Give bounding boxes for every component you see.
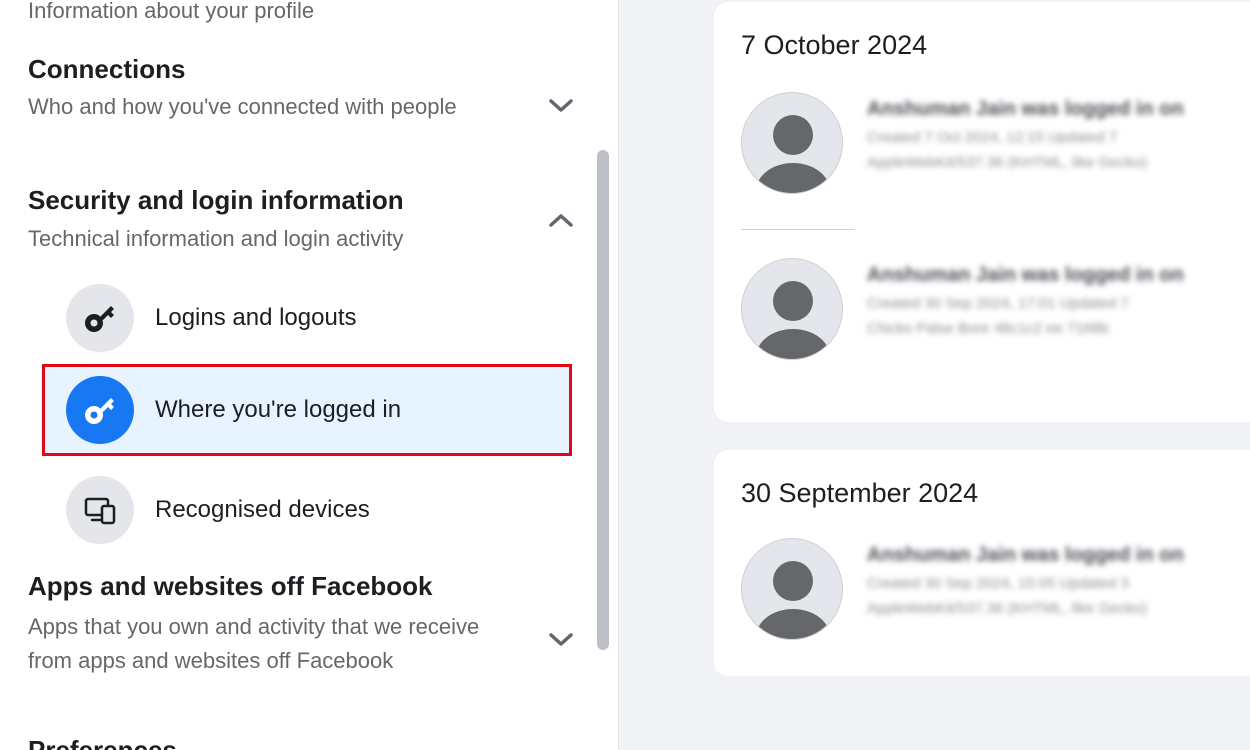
login-entry[interactable]: Anshuman Jain was logged in on Created 3… — [741, 258, 1250, 368]
chevron-down-icon[interactable] — [546, 94, 576, 118]
divider — [741, 229, 855, 230]
sidebar: Information about your profile Connectio… — [0, 0, 619, 750]
login-entry-details: Anshuman Jain was logged in on Created 7… — [867, 98, 1184, 171]
connections-subtitle: Who and how you've connected with people — [28, 94, 457, 119]
avatar — [741, 538, 843, 640]
menu-item-logins-logouts[interactable]: Logins and logouts — [42, 272, 572, 364]
menu-item-label: Recognised devices — [155, 496, 370, 523]
key-icon — [66, 284, 134, 352]
login-entry-details: Anshuman Jain was logged in on Created 3… — [867, 264, 1184, 337]
main-content: 7 October 2024 Anshuman Jain was logged … — [619, 0, 1250, 750]
chevron-up-icon[interactable] — [546, 208, 576, 232]
login-entry-details: Anshuman Jain was logged in on Created 3… — [867, 544, 1184, 617]
devices-icon — [66, 476, 134, 544]
menu-item-recognised-devices[interactable]: Recognised devices — [42, 464, 572, 556]
menu-item-label: Logins and logouts — [155, 304, 357, 331]
apps-title[interactable]: Apps and websites off Facebook — [28, 571, 433, 602]
sidebar-scrollbar[interactable] — [597, 150, 609, 650]
security-title[interactable]: Security and login information — [28, 185, 404, 216]
connections-title[interactable]: Connections — [28, 54, 185, 85]
avatar — [741, 258, 843, 360]
security-subtitle: Technical information and login activity — [28, 226, 404, 251]
chevron-down-icon[interactable] — [546, 628, 576, 652]
login-entry[interactable]: Anshuman Jain was logged in on Created 7… — [741, 92, 1250, 202]
date-heading: 30 September 2024 — [741, 478, 979, 508]
avatar — [741, 92, 843, 194]
login-date-card: 7 October 2024 Anshuman Jain was logged … — [714, 2, 1250, 422]
menu-item-where-logged-in[interactable]: Where you're logged in — [42, 364, 572, 456]
apps-subtitle: Apps that you own and activity that we r… — [28, 614, 480, 673]
preferences-title[interactable]: Preferences — [28, 735, 177, 750]
date-heading: 7 October 2024 — [741, 30, 928, 60]
login-entry[interactable]: Anshuman Jain was logged in on Created 3… — [741, 538, 1250, 648]
key-icon — [66, 376, 134, 444]
login-date-card: 30 September 2024 Anshuman Jain was logg… — [714, 450, 1250, 676]
profile-subtitle: Information about your profile — [28, 0, 315, 23]
menu-item-label: Where you're logged in — [155, 396, 402, 423]
